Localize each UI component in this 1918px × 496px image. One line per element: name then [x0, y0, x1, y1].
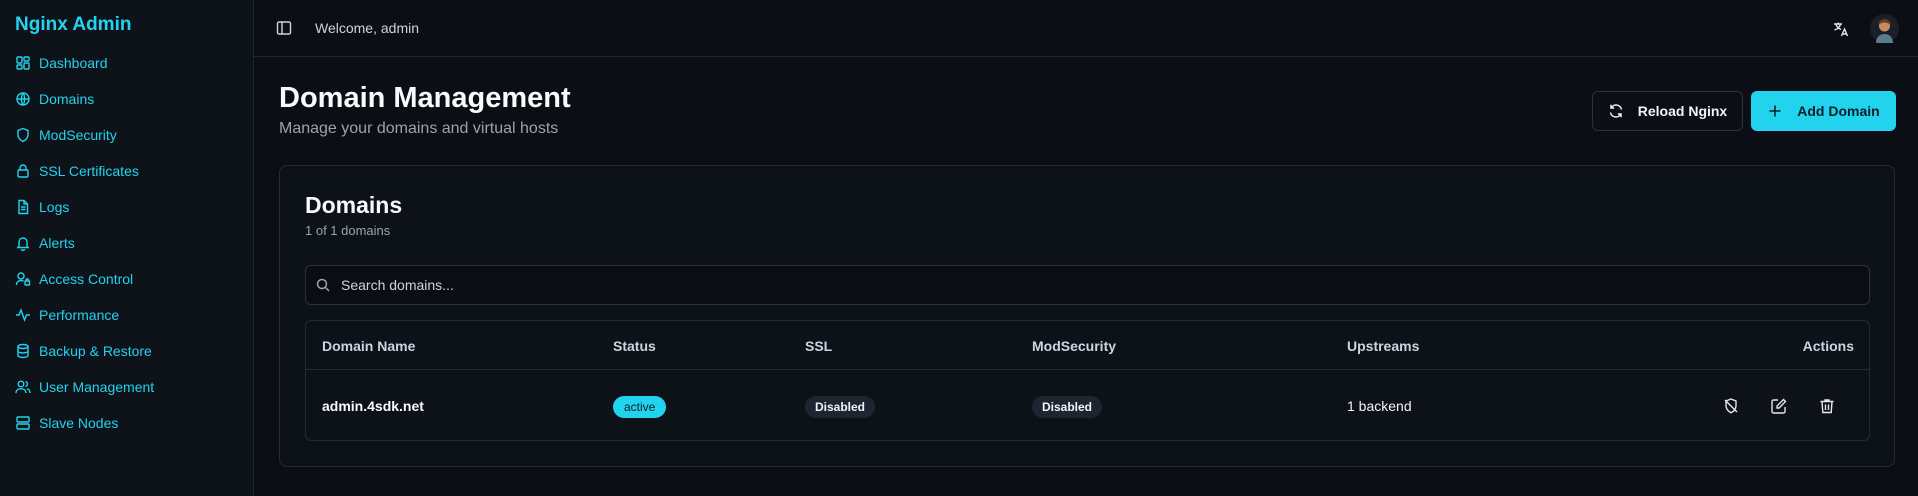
sidebar-item-ssl-certificates[interactable]: SSL Certificates	[0, 153, 254, 189]
sidebar-item-domains[interactable]: Domains	[0, 81, 254, 117]
sidebar-item-label: Domains	[39, 91, 95, 107]
sidebar-item-dashboard[interactable]: Dashboard	[0, 45, 254, 81]
sidebar: Nginx Admin Dashboard Domains ModSecurit…	[0, 0, 254, 496]
domains-table: Domain Name Status SSL ModSecurity Upstr…	[305, 320, 1870, 441]
sidebar-item-label: Backup & Restore	[39, 343, 152, 359]
column-header-ssl: SSL	[805, 338, 833, 354]
add-domain-label: Add Domain	[1797, 103, 1880, 119]
edit-icon[interactable]	[1770, 397, 1788, 415]
sidebar-item-backup-restore[interactable]: Backup & Restore	[0, 333, 254, 369]
translate-icon[interactable]	[1832, 20, 1850, 38]
add-domain-button[interactable]: Add Domain	[1751, 91, 1896, 131]
sidebar-item-alerts[interactable]: Alerts	[0, 225, 254, 261]
domain-name-cell[interactable]: admin.4sdk.net	[322, 398, 424, 414]
sidebar-item-logs[interactable]: Logs	[0, 189, 254, 225]
search-icon	[315, 277, 331, 293]
lock-icon	[15, 163, 31, 179]
top-bar: Welcome, admin	[254, 0, 1918, 57]
column-header-actions: Actions	[1802, 338, 1854, 354]
domains-card: Domains 1 of 1 domains Domain Name Statu…	[279, 165, 1895, 467]
activity-icon	[15, 307, 31, 323]
sidebar-item-label: Access Control	[39, 271, 134, 287]
modsecurity-badge: Disabled	[1032, 396, 1103, 418]
sidebar-item-access-control[interactable]: Access Control	[0, 261, 254, 297]
sidebar-item-label: Dashboard	[39, 55, 108, 71]
card-title: Domains	[305, 192, 403, 218]
server-icon	[15, 415, 31, 431]
sidebar-item-label: Performance	[39, 307, 120, 323]
refresh-icon	[1608, 103, 1624, 119]
sidebar-item-label: User Management	[39, 379, 155, 395]
sidebar-item-label: ModSecurity	[39, 127, 117, 143]
sidebar-item-modsecurity[interactable]: ModSecurity	[0, 117, 254, 153]
domain-count: 1 of 1 domains	[305, 223, 391, 238]
sidebar-item-label: Alerts	[39, 235, 75, 251]
brand-title[interactable]: Nginx Admin	[15, 14, 131, 36]
sidebar-item-user-management[interactable]: User Management	[0, 369, 254, 405]
ssl-badge: Disabled	[805, 396, 876, 418]
sidebar-toggle-icon[interactable]	[276, 20, 292, 36]
trash-icon[interactable]	[1818, 397, 1836, 415]
column-header-modsecurity: ModSecurity	[1032, 338, 1117, 354]
file-text-icon	[15, 199, 31, 215]
table-row: admin.4sdk.net active Disabled Disabled …	[306, 370, 1869, 442]
search-input[interactable]	[341, 277, 1841, 293]
globe-icon	[15, 91, 31, 107]
plus-icon	[1767, 103, 1783, 119]
table-header: Domain Name Status SSL ModSecurity Upstr…	[306, 321, 1869, 370]
column-header-status: Status	[613, 338, 656, 354]
users-icon	[15, 379, 31, 395]
user-lock-icon	[15, 271, 31, 287]
bell-icon	[15, 235, 31, 251]
dashboard-icon	[15, 55, 31, 71]
column-header-domain-name: Domain Name	[322, 338, 416, 354]
sidebar-item-label: Logs	[39, 199, 70, 215]
database-icon	[15, 343, 31, 359]
shield-off-icon[interactable]	[1722, 397, 1740, 415]
search-box[interactable]	[305, 265, 1870, 305]
sidebar-item-slave-nodes[interactable]: Slave Nodes	[0, 405, 254, 441]
sidebar-item-label: Slave Nodes	[39, 415, 119, 431]
shield-icon	[15, 127, 31, 143]
reload-nginx-label: Reload Nginx	[1637, 103, 1728, 119]
sidebar-nav: Dashboard Domains ModSecurity SSL Certif…	[0, 45, 254, 441]
upstreams-cell: 1 backend	[1347, 398, 1412, 414]
status-badge: active	[613, 396, 667, 418]
page-subtitle: Manage your domains and virtual hosts	[279, 120, 559, 137]
page-title: Domain Management	[279, 82, 571, 114]
column-header-upstreams: Upstreams	[1347, 338, 1420, 354]
welcome-text: Welcome, admin	[315, 20, 420, 36]
sidebar-item-performance[interactable]: Performance	[0, 297, 254, 333]
sidebar-item-label: SSL Certificates	[39, 163, 139, 179]
avatar[interactable]	[1870, 14, 1899, 43]
reload-nginx-button[interactable]: Reload Nginx	[1592, 91, 1743, 131]
